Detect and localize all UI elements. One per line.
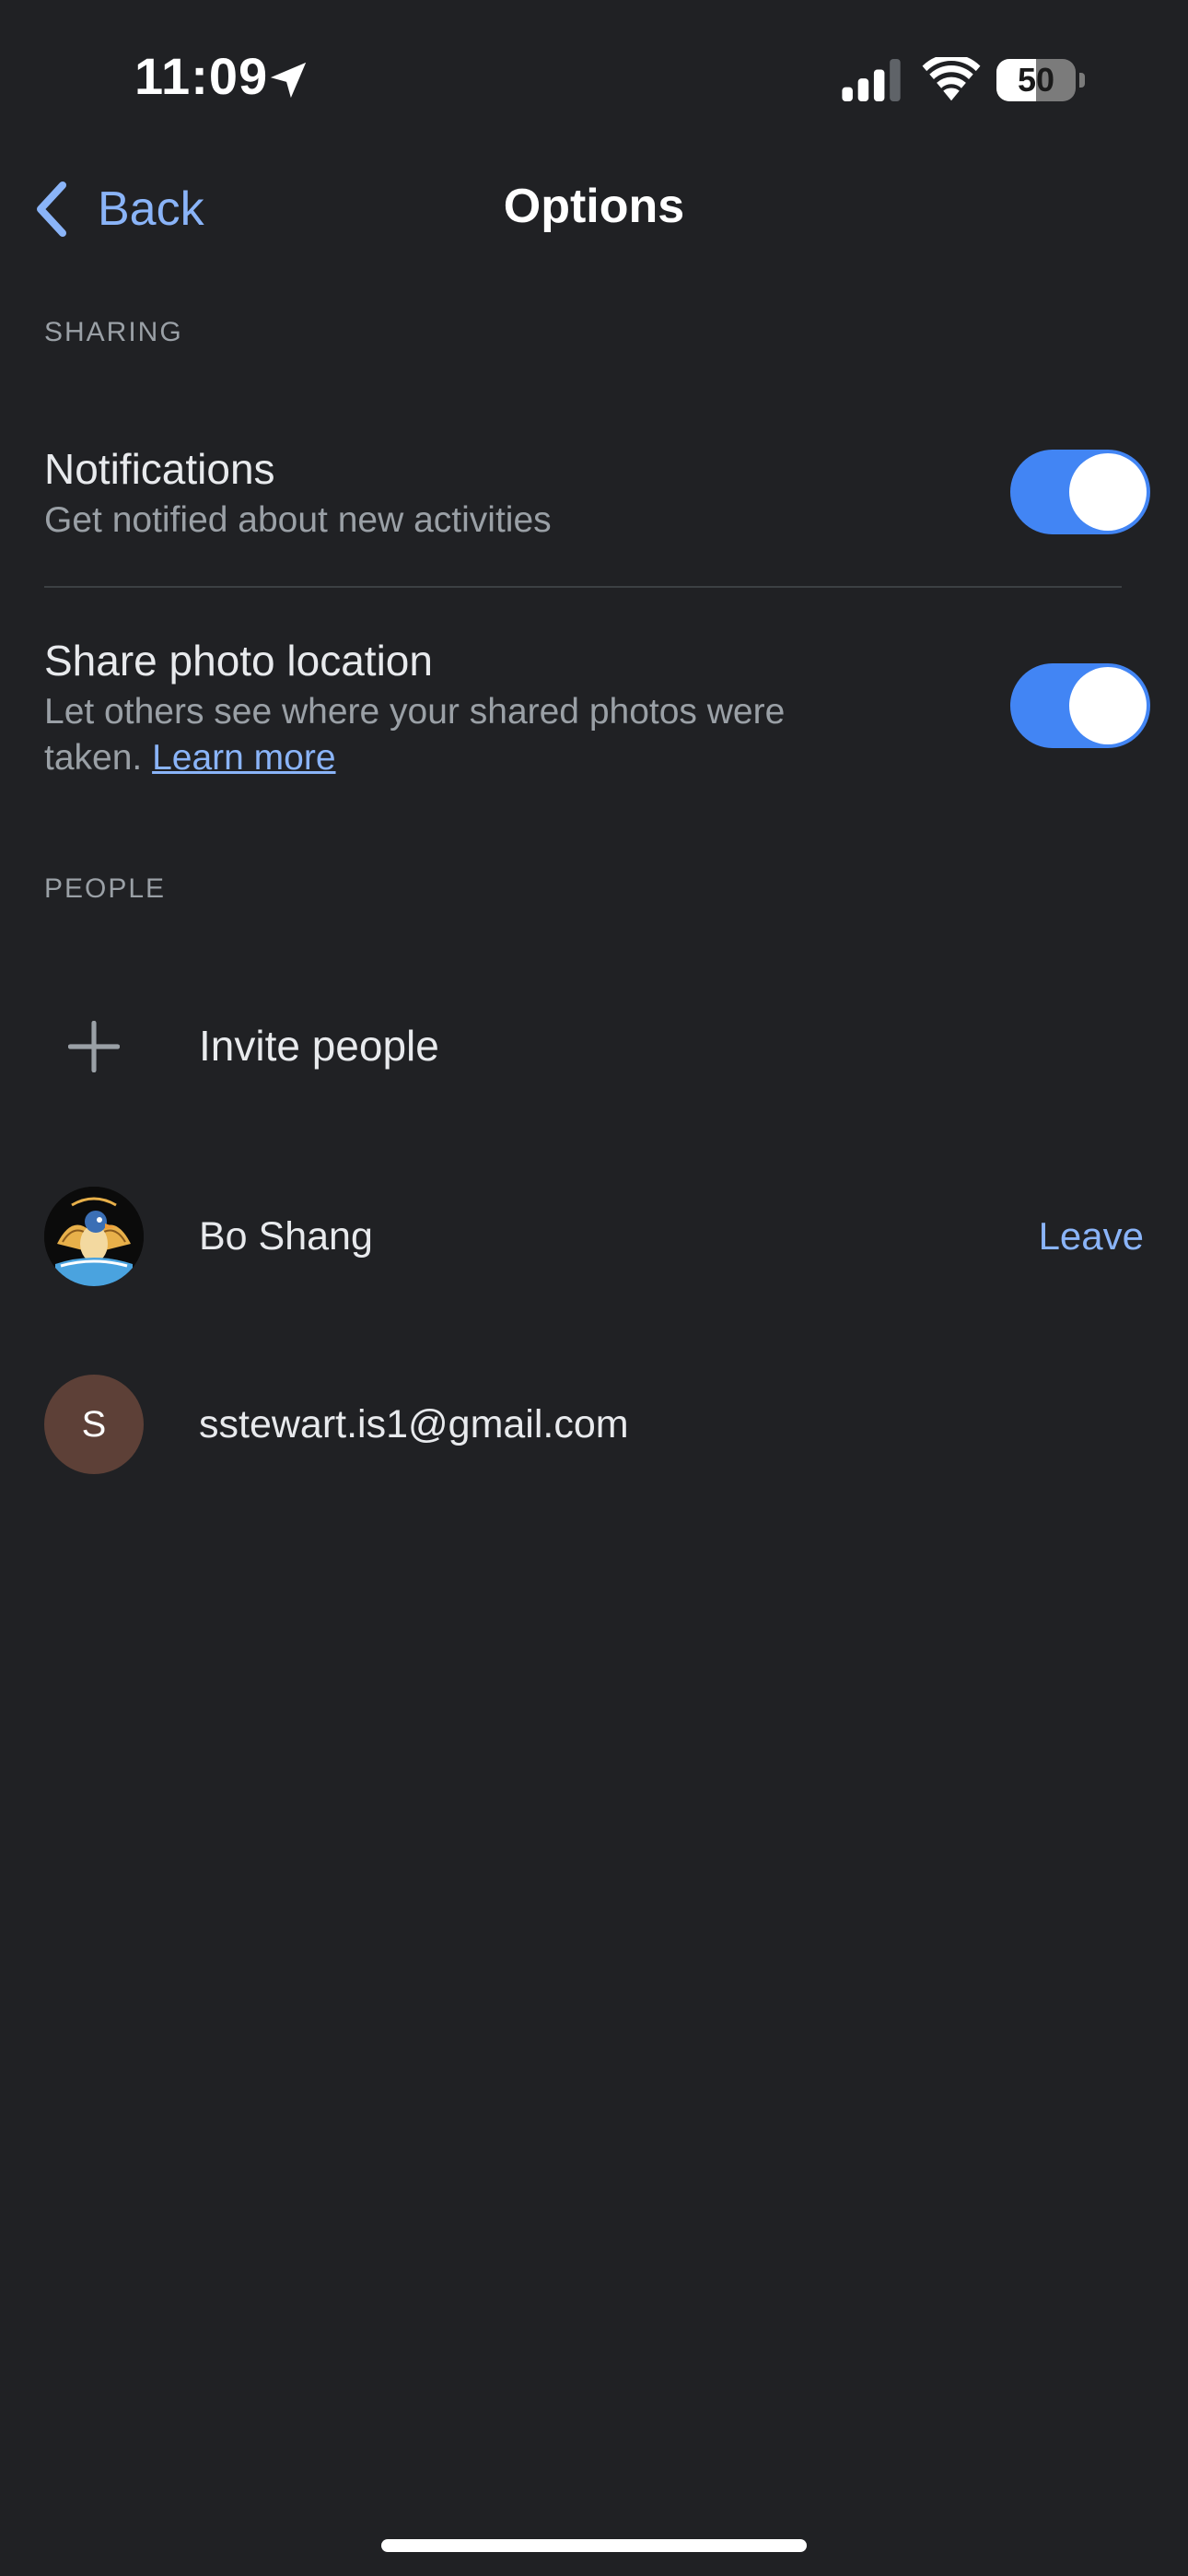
section-header-people: PEOPLE	[44, 873, 167, 904]
notifications-title: Notifications	[44, 445, 275, 493]
cellular-signal-icon	[842, 59, 901, 101]
member-row: S sstewart.is1@gmail.com	[44, 1375, 1144, 1476]
invite-people-label: Invite people	[199, 1022, 439, 1070]
share-location-subtitle: Let others see where your shared photos …	[44, 689, 891, 781]
section-header-sharing: SHARING	[44, 317, 183, 347]
notifications-subtitle: Get notified about new activities	[44, 500, 552, 540]
learn-more-link[interactable]: Learn more	[152, 738, 335, 778]
home-indicator[interactable]	[381, 2539, 807, 2552]
page-title: Options	[503, 180, 685, 233]
options-screen: 11:09 50 Back Options SHARING Notificati…	[0, 0, 1188, 2576]
share-location-toggle[interactable]	[1010, 663, 1150, 748]
toggle-knob	[1069, 667, 1147, 744]
battery-body: 50	[996, 59, 1076, 101]
location-arrow-icon	[270, 62, 307, 99]
toggle-knob	[1069, 453, 1147, 531]
wifi-icon	[922, 57, 981, 101]
status-time: 11:09	[134, 47, 269, 105]
member-name: Bo Shang	[199, 1214, 373, 1259]
battery-cap	[1079, 73, 1085, 88]
avatar	[44, 1187, 144, 1286]
member-row: Bo Shang Leave	[44, 1187, 1144, 1288]
plus-icon	[68, 1021, 120, 1072]
battery-level: 50	[1017, 61, 1055, 99]
avatar: S	[44, 1375, 144, 1474]
divider	[44, 586, 1122, 588]
bird-avatar-image	[44, 1187, 144, 1286]
battery-icon: 50	[996, 59, 1085, 101]
share-location-title: Share photo location	[44, 637, 433, 685]
invite-people-button[interactable]: Invite people	[44, 997, 1144, 1098]
leave-button[interactable]: Leave	[1039, 1214, 1144, 1259]
notifications-toggle[interactable]	[1010, 450, 1150, 534]
member-email: sstewart.is1@gmail.com	[199, 1402, 629, 1446]
